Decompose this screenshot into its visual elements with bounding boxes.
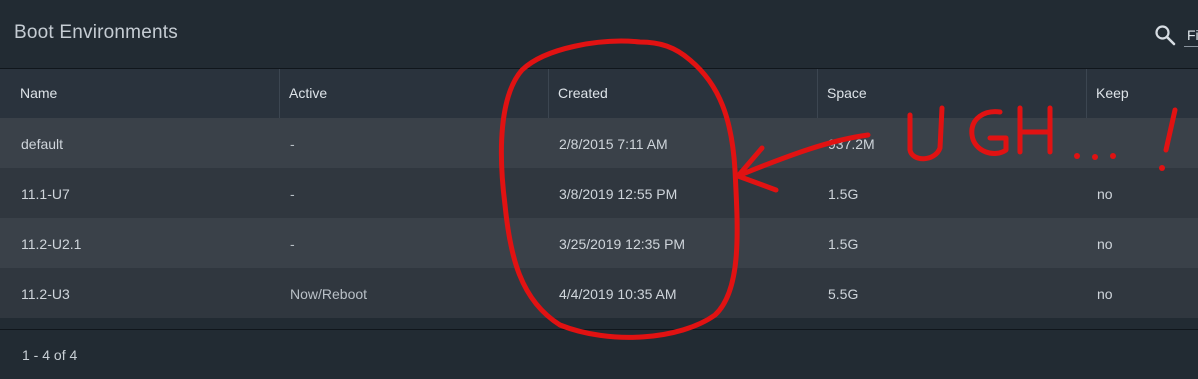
cell-created: 3/25/2019 12:35 PM <box>559 236 686 252</box>
column-header-active[interactable]: Active <box>279 69 548 118</box>
cell-created: 3/8/2019 12:55 PM <box>559 186 678 202</box>
table-footer: 1 - 4 of 4 <box>0 329 1198 379</box>
filter-input[interactable] <box>1184 24 1198 47</box>
cell-keep: no <box>1097 186 1113 202</box>
search-icon[interactable] <box>1154 24 1176 46</box>
page-title: Boot Environments <box>14 22 178 43</box>
table-row[interactable]: 11.2-U2.1 - 3/25/2019 12:35 PM 1.5G no <box>0 218 1198 268</box>
column-header-space[interactable]: Space <box>817 69 1086 118</box>
boot-environments-panel: Boot Environments Name Active Created Sp… <box>0 0 1198 379</box>
table-body: default - 2/8/2015 7:11 AM 937.2M 11.1-U… <box>0 118 1198 318</box>
table-row[interactable]: 11.1-U7 - 3/8/2019 12:55 PM 1.5G no <box>0 168 1198 218</box>
cell-active: - <box>290 186 295 202</box>
cell-space: 1.5G <box>828 186 859 202</box>
column-header-created[interactable]: Created <box>548 69 817 118</box>
pagination-range: 1 - 4 of 4 <box>22 347 78 363</box>
column-header-name[interactable]: Name <box>0 69 279 118</box>
cell-active: - <box>290 236 295 252</box>
cell-created: 4/4/2019 10:35 AM <box>559 286 677 302</box>
table-row[interactable]: 11.2-U3 Now/Reboot 4/4/2019 10:35 AM 5.5… <box>0 268 1198 318</box>
panel-header: Boot Environments <box>0 0 1198 69</box>
table-row[interactable]: default - 2/8/2015 7:11 AM 937.2M <box>0 118 1198 168</box>
cell-space: 5.5G <box>828 286 859 302</box>
cell-name: 11.2-U3 <box>21 286 70 302</box>
cell-keep: no <box>1097 286 1113 302</box>
cell-active: Now/Reboot <box>290 286 368 302</box>
table-header: Name Active Created Space Keep <box>0 69 1198 118</box>
cell-name: 11.2-U2.1 <box>21 236 82 252</box>
cell-name: 11.1-U7 <box>21 186 70 202</box>
cell-created: 2/8/2015 7:11 AM <box>559 136 668 152</box>
cell-name: default <box>21 136 64 152</box>
cell-keep: no <box>1097 236 1113 252</box>
cell-active: - <box>290 136 295 152</box>
cell-space: 1.5G <box>828 236 859 252</box>
cell-space: 937.2M <box>828 136 875 152</box>
column-header-keep[interactable]: Keep <box>1086 69 1198 118</box>
